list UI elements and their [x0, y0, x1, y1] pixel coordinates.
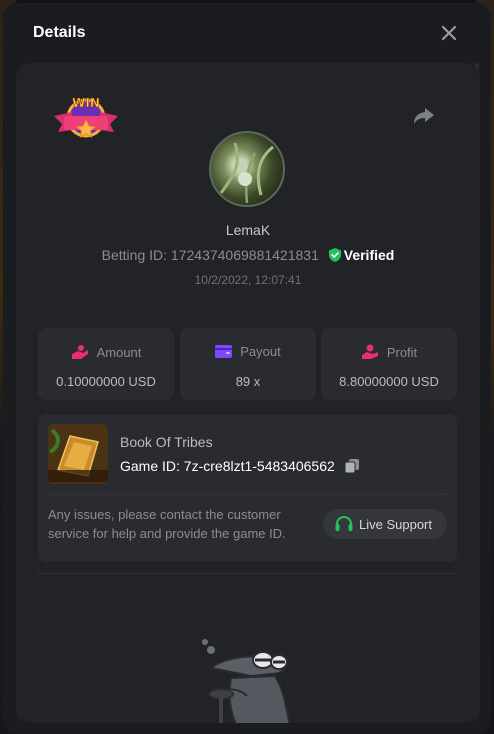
coin-hand-icon	[71, 345, 88, 359]
game-id-label: Game ID:	[120, 458, 180, 474]
betting-id-label: Betting ID:	[101, 247, 168, 263]
modal-header: Details	[3, 3, 491, 61]
game-thumbnail[interactable]	[48, 424, 108, 484]
profit-card: Profit 8.80000000 USD	[321, 328, 457, 400]
win-badge-text: WIN	[72, 96, 100, 110]
game-card-divider	[48, 494, 447, 495]
payout-value: 89 x	[235, 374, 261, 389]
wallet-icon	[215, 345, 233, 358]
game-name: Book Of Tribes	[120, 434, 213, 450]
crocodile-mascot-icon	[202, 639, 291, 723]
bet-datetime: 10/2/2022, 12:07:41	[194, 273, 302, 287]
details-panel: WIN LemaK Betting ID: 172437406988142183…	[16, 63, 480, 723]
betting-id-value: 1724374069881421831	[170, 247, 319, 263]
details-modal: Details WIN LemaK Betting ID: 1724374069…	[3, 3, 491, 734]
avatar	[209, 131, 285, 207]
game-id-row: Game ID: 7z-cre8lzt1-5483406562	[120, 458, 359, 474]
verified-shield-icon	[328, 248, 341, 262]
profit-hand-icon	[361, 344, 378, 359]
avatar-image-icon	[219, 142, 274, 204]
live-support-label: Live Support	[359, 517, 432, 532]
profit-label: Profit	[386, 345, 418, 360]
headset-icon	[335, 516, 353, 531]
game-card: Book Of Tribes Game ID: 7z-cre8lzt1-5483…	[38, 414, 457, 562]
win-badge-icon: WIN	[54, 96, 118, 138]
close-icon[interactable]	[439, 23, 459, 43]
payout-card: Payout 89 x	[180, 328, 316, 400]
amount-value: 0.10000000 USD	[56, 374, 156, 389]
share-icon[interactable]	[412, 105, 436, 127]
verified-label: Verified	[343, 247, 395, 263]
live-support-button[interactable]: Live Support	[323, 509, 447, 539]
modal-title: Details	[33, 24, 86, 41]
book-of-tribes-thumbnail-icon	[48, 424, 108, 484]
support-help-text: Any issues, please contact the customer …	[48, 507, 286, 541]
betting-id-row: Betting ID: 1724374069881421831 Verified	[16, 247, 480, 263]
section-divider	[38, 573, 457, 574]
amount-label: Amount	[96, 345, 142, 360]
payout-label: Payout	[240, 344, 281, 359]
game-id-value: 7z-cre8lzt1-5483406562	[183, 458, 335, 474]
profit-value: 8.80000000 USD	[339, 374, 439, 389]
username: LemaK	[225, 222, 271, 238]
amount-card: Amount 0.10000000 USD	[38, 328, 174, 400]
copy-icon[interactable]	[344, 459, 359, 473]
